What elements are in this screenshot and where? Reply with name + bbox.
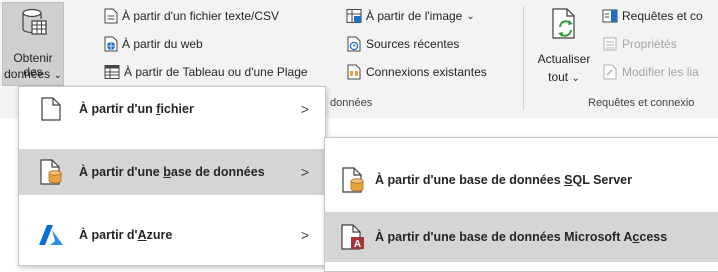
database-table-icon bbox=[22, 8, 47, 35]
get-data-menu: À partir d'un fichier > À partir d'une b… bbox=[18, 86, 326, 266]
refresh-label-line1: Actualiser bbox=[537, 52, 591, 66]
chevron-down-icon: ⌄ bbox=[53, 70, 62, 81]
database-file-icon bbox=[40, 159, 62, 185]
properties-button[interactable]: Propriétés bbox=[602, 34, 677, 54]
refresh-label-text: tout bbox=[548, 70, 569, 84]
group-label-queries: Requêtes et connexio bbox=[588, 97, 695, 109]
file-icon bbox=[41, 97, 61, 121]
queries-connections-label: Requêtes et co bbox=[622, 9, 703, 23]
chevron-down-icon: ⌄ bbox=[571, 73, 580, 84]
get-data-button[interactable]: Obtenir des données ⌄ bbox=[2, 2, 64, 86]
chevron-right-icon: > bbox=[300, 227, 309, 243]
menu-item-from-azure-label: À partir d'Azure bbox=[79, 228, 173, 242]
menu-item-ms-access-label: À partir d'une base de données Microsoft… bbox=[375, 230, 668, 244]
menu-item-from-file-label: À partir d'un fichier bbox=[79, 102, 194, 116]
image-table-icon bbox=[346, 9, 362, 23]
properties-icon bbox=[603, 37, 617, 51]
menu-item-from-database-label: À partir d'une base de données bbox=[79, 165, 265, 179]
text-file-icon bbox=[104, 8, 118, 24]
menu-item-from-azure[interactable]: À partir d'Azure > bbox=[19, 213, 325, 257]
refresh-document-icon bbox=[552, 8, 575, 39]
menu-item-from-database[interactable]: À partir d'une base de données > bbox=[19, 149, 325, 195]
from-text-csv-label: À partir d'un fichier texte/CSV bbox=[122, 9, 280, 23]
chevron-down-icon: ⌄ bbox=[466, 10, 475, 22]
refresh-all-button[interactable]: Actualiser tout ⌄ bbox=[532, 4, 596, 88]
menu-item-from-file[interactable]: À partir d'un fichier > bbox=[19, 87, 325, 131]
group-label-get-transform: données bbox=[330, 97, 373, 109]
existing-connections-button[interactable]: Connexions existantes bbox=[346, 62, 487, 82]
from-web-button[interactable]: À partir du web bbox=[104, 34, 203, 54]
from-text-csv-button[interactable]: À partir d'un fichier texte/CSV bbox=[104, 6, 279, 26]
from-image-label: À partir de l'image bbox=[366, 9, 463, 23]
properties-label: Propriétés bbox=[622, 37, 677, 51]
clock-document-icon bbox=[347, 36, 361, 52]
database-submenu: À partir d'une base de données SQL Serve… bbox=[324, 137, 718, 272]
queries-connections-button[interactable]: Requêtes et co bbox=[602, 6, 703, 26]
group-separator bbox=[523, 6, 524, 110]
edit-links-icon bbox=[603, 64, 617, 80]
svg-text:A: A bbox=[354, 239, 361, 250]
recent-sources-button[interactable]: Sources récentes bbox=[346, 34, 459, 54]
menu-item-sql-server[interactable]: À partir d'une base de données SQL Serve… bbox=[325, 152, 718, 208]
table-icon bbox=[104, 65, 120, 79]
recent-sources-label: Sources récentes bbox=[366, 37, 460, 51]
sql-server-database-icon bbox=[342, 167, 364, 193]
get-data-label-line2: données ⌄ bbox=[3, 67, 63, 81]
azure-icon bbox=[39, 225, 63, 245]
queries-pane-icon bbox=[602, 9, 618, 23]
access-database-icon: A bbox=[341, 224, 364, 250]
from-table-range-button[interactable]: À partir de Tableau ou d'une Plage bbox=[104, 62, 308, 82]
menu-item-sql-server-label: À partir d'une base de données SQL Serve… bbox=[375, 173, 632, 187]
menu-item-ms-access[interactable]: A À partir d'une base de données Microso… bbox=[325, 212, 718, 262]
web-page-icon bbox=[104, 36, 118, 52]
edit-links-button[interactable]: Modifier les lia bbox=[602, 62, 699, 82]
from-table-range-label: À partir de Tableau ou d'une Plage bbox=[124, 65, 308, 79]
from-web-label: À partir du web bbox=[122, 37, 203, 51]
refresh-label-line2: tout ⌄ bbox=[532, 70, 596, 84]
connections-document-icon bbox=[347, 64, 361, 80]
chevron-right-icon: > bbox=[300, 101, 309, 117]
from-image-button[interactable]: À partir de l'image ⌄ bbox=[346, 6, 475, 26]
edit-links-label: Modifier les lia bbox=[622, 65, 699, 79]
existing-connections-label: Connexions existantes bbox=[366, 65, 487, 79]
chevron-right-icon: > bbox=[300, 164, 309, 180]
get-data-label-text: données bbox=[4, 67, 51, 81]
